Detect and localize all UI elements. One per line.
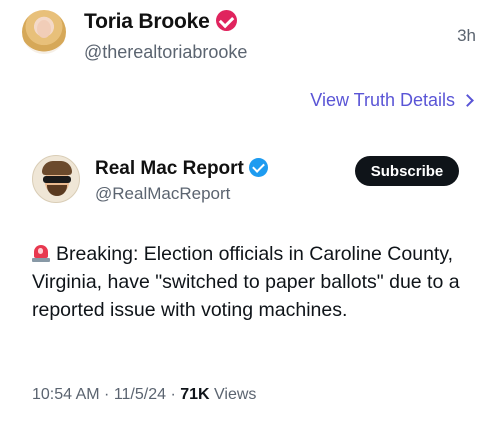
avatar-beard (47, 185, 67, 196)
post-timestamp[interactable]: 10:54 AM · 11/5/24 · (32, 386, 180, 403)
views-label: Views (209, 386, 257, 403)
siren-base (32, 258, 50, 262)
view-details-link[interactable]: View Truth Details (310, 90, 474, 111)
embed-author-name[interactable]: Real Mac Report (95, 158, 268, 180)
embed-author-handle[interactable]: @RealMacReport (95, 184, 230, 204)
verified-badge-icon (215, 10, 237, 31)
siren-glow (38, 248, 43, 254)
subscribe-button[interactable]: Subscribe (355, 156, 459, 186)
post-meta: 10:54 AM · 11/5/24 · 71K Views (32, 386, 256, 404)
post-body: Breaking: Election officials in Caroline… (32, 240, 472, 324)
views-count: 71K (180, 386, 210, 403)
avatar-hair (42, 161, 72, 175)
author-handle[interactable]: @therealtoriabrooke (84, 42, 247, 63)
verified-badge-icon (248, 158, 268, 177)
embed-author-name-text[interactable]: Real Mac Report (95, 158, 244, 179)
embedded-post[interactable]: Real Mac Report @RealMacReport Subscribe… (0, 140, 500, 425)
siren-icon (32, 243, 50, 262)
chevron-right-icon (461, 94, 474, 107)
post-body-text: Breaking: Election officials in Caroline… (32, 243, 460, 321)
author-avatar[interactable] (22, 10, 66, 54)
author-name-text[interactable]: Toria Brooke (84, 10, 210, 33)
author-name[interactable]: Toria Brooke (84, 10, 237, 34)
avatar-glasses (43, 176, 71, 183)
avatar-face (37, 20, 51, 38)
view-details-label[interactable]: View Truth Details (310, 90, 455, 111)
embed-author-avatar[interactable] (32, 155, 80, 203)
post-header: Toria Brooke @therealtoriabrooke 3h (22, 8, 482, 64)
post-time: 3h (457, 26, 476, 45)
